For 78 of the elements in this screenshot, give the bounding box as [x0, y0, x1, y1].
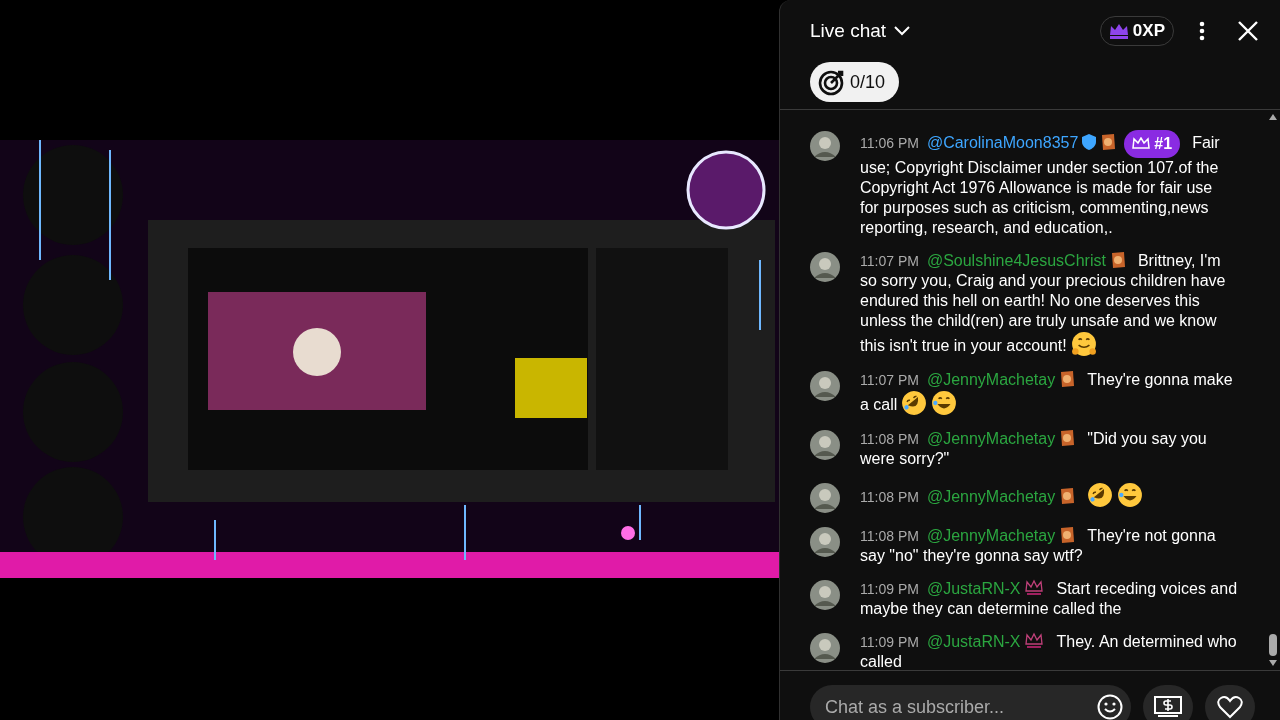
- avatar: [810, 633, 840, 663]
- message-text: say "no" they're gonna say wtf?: [860, 547, 1083, 564]
- message-time: 11:06 PM: [860, 135, 919, 152]
- close-button[interactable]: [1236, 19, 1260, 43]
- author-name[interactable]: @CarolinaMoon8357: [926, 134, 1079, 152]
- message-text: were sorry?": [860, 450, 950, 467]
- sticker-badge-icon: [1059, 429, 1076, 447]
- message-text: endured this hell on earth! No one deserves this: [860, 292, 1200, 309]
- sticker-badge-icon: [1059, 487, 1076, 505]
- author-name[interactable]: @JennyMachetay: [926, 371, 1056, 388]
- crown-badge-icon: [1024, 579, 1045, 597]
- laughing-emoji-icon: [931, 390, 958, 416]
- super-chat-button[interactable]: [1143, 685, 1193, 720]
- avatar: [810, 252, 840, 282]
- message-text: reporting, research, and education,.: [860, 219, 1113, 236]
- author-name[interactable]: @JennyMachetay: [926, 430, 1056, 447]
- sticker-badge-icon: [1109, 251, 1126, 269]
- author-name[interactable]: @JustaRN-X: [926, 633, 1021, 650]
- close-icon: [1238, 21, 1258, 41]
- author-name[interactable]: @JennyMachetay: [926, 527, 1056, 544]
- emoji-icon[interactable]: [1097, 694, 1123, 720]
- hugging-emoji-icon: [1070, 331, 1097, 357]
- message-text: unless the child(ren) are truly unsafe and we know: [860, 312, 1217, 329]
- scroll-down-icon: [1269, 660, 1277, 666]
- avatar: [810, 371, 840, 401]
- laughing-emoji-icon: [901, 390, 928, 416]
- author-name[interactable]: @JennyMachetay: [926, 488, 1056, 505]
- goal-button[interactable]: 0/10: [810, 62, 900, 102]
- laughing-emoji-icon: [1087, 482, 1114, 508]
- message-text: so sorry you, Craig and your precious children have: [860, 272, 1226, 289]
- message-time: 11:08 PM: [860, 431, 919, 447]
- sticker-badge-icon: [1059, 526, 1076, 544]
- message-text: They're gonna make: [1087, 371, 1233, 388]
- message-time: 11:08 PM: [860, 528, 919, 544]
- heart-icon: [1217, 695, 1243, 719]
- message-time: 11:08 PM: [860, 489, 919, 505]
- message-text: "Did you say you: [1087, 430, 1207, 447]
- like-button[interactable]: [1205, 685, 1255, 720]
- sticker-badge-icon: [1059, 370, 1076, 388]
- message-text: Copyright Act 1976 Allowance is made for fair use: [860, 179, 1213, 196]
- message-text: use; Copyright Disclaimer under section 107.of the: [860, 159, 1219, 176]
- avatar: [810, 430, 840, 460]
- chat-input[interactable]: Chat as a subscriber...: [810, 685, 1131, 720]
- message-text: called: [860, 653, 902, 670]
- chevron-down-icon: [894, 26, 911, 36]
- message-time: 11:07 PM: [860, 372, 919, 388]
- money-icon: [1154, 696, 1182, 718]
- live-chat-menu[interactable]: Live chat: [810, 16, 911, 46]
- message-time: 11:07 PM: [860, 253, 919, 269]
- crown-badge-icon: [1024, 632, 1045, 650]
- message-time: 11:09 PM: [860, 634, 919, 650]
- message-time: 11:09 PM: [860, 581, 919, 597]
- message-text: They're not gonna: [1087, 527, 1216, 544]
- avatar: [810, 131, 840, 161]
- avatar: [810, 483, 840, 513]
- message-text: They. An determined who: [1056, 633, 1237, 650]
- message-text: Start receding voices and: [1056, 580, 1238, 597]
- author-name[interactable]: @Soulshine4JesusChrist: [926, 252, 1106, 269]
- message-text: Brittney, I'm: [1137, 252, 1221, 269]
- chat-input-field[interactable]: Chat as a subscriber...: [825, 693, 1097, 720]
- scroll-up-icon: [1269, 114, 1277, 120]
- shield-icon: [1082, 134, 1097, 151]
- laughing-emoji-icon: [1117, 482, 1144, 508]
- target-icon: [818, 68, 846, 96]
- avatar: [810, 527, 840, 557]
- message-text: maybe they can determine called the: [860, 600, 1122, 617]
- crown-icon: [1132, 137, 1151, 151]
- message-text: Fair: [1192, 134, 1220, 152]
- author-name[interactable]: @JustaRN-X: [926, 580, 1021, 597]
- sticker-badge-icon: [1100, 133, 1117, 152]
- crown-icon: [1108, 23, 1129, 39]
- message-text: this isn't true in your account!: [860, 337, 1067, 354]
- avatar: [810, 580, 840, 610]
- scroll-thumb: [1269, 634, 1277, 656]
- more-icon: [1199, 21, 1205, 41]
- rank-badge: #1: [1124, 130, 1181, 158]
- message-text: a call: [860, 396, 898, 413]
- message-text: for purposes such as criticism, commenting,news: [860, 199, 1209, 216]
